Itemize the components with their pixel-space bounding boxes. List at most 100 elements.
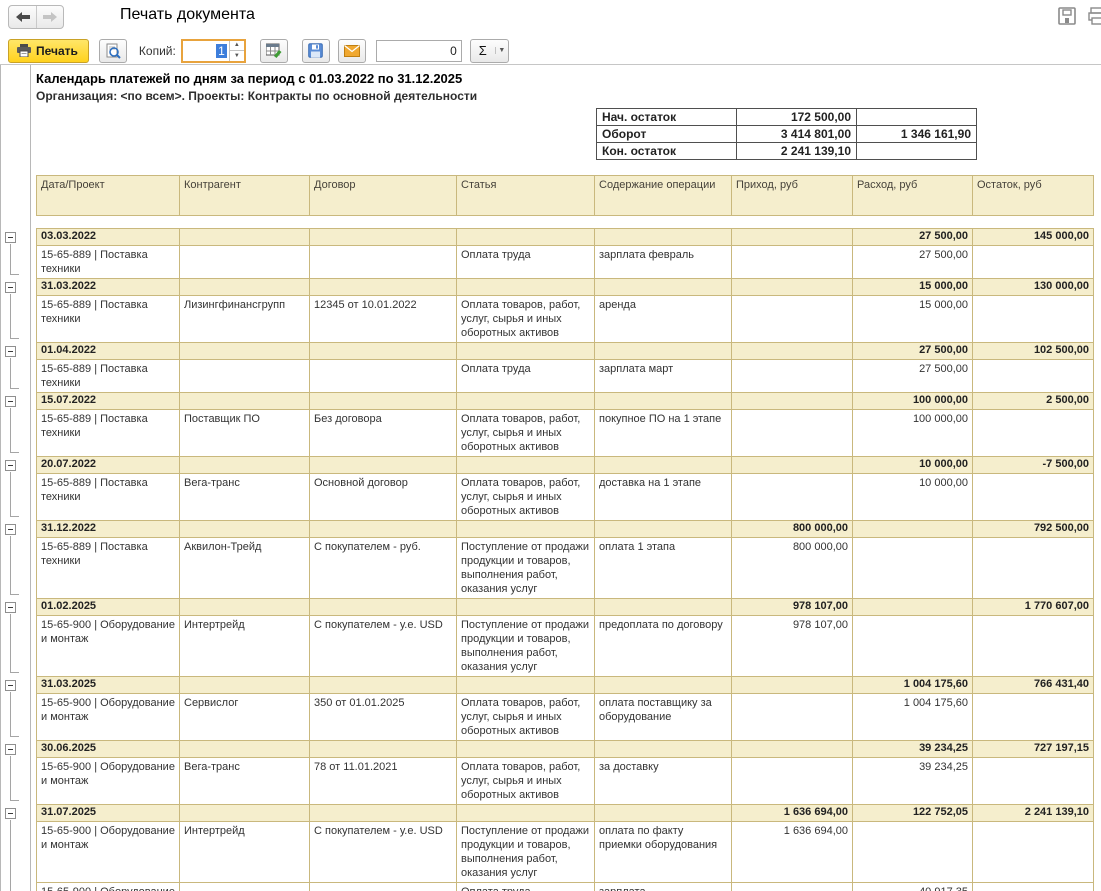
cell-project[interactable]: 15-65-889 | Поставка техники — [37, 538, 180, 599]
copies-value[interactable]: 1 — [183, 41, 229, 61]
cell-article[interactable]: Оплата товаров, работ, услуг, сырья и ин… — [457, 474, 595, 521]
cell-income[interactable] — [732, 296, 853, 343]
cell-balance[interactable]: -7 500,00 — [973, 457, 1094, 474]
cell-project[interactable]: 15-65-900 | Оборудование и монтаж — [37, 616, 180, 677]
cell-article[interactable] — [457, 677, 595, 694]
cell-expense[interactable]: 1 004 175,60 — [853, 677, 973, 694]
cell-contract[interactable]: 12345 от 10.01.2022 — [310, 296, 457, 343]
column-header-4[interactable]: Содержание операции — [595, 176, 732, 216]
cell-expense[interactable]: 1 004 175,60 — [853, 694, 973, 741]
group-row[interactable]: 31.12.2022800 000,00792 500,00 — [37, 521, 1094, 538]
cell-contract[interactable]: Без договора — [310, 410, 457, 457]
column-header-7[interactable]: Остаток, руб — [973, 176, 1094, 216]
cell-income[interactable] — [732, 883, 853, 891]
cell-article[interactable]: Оплата товаров, работ, услуг, сырья и ин… — [457, 296, 595, 343]
cell-contractor[interactable]: Интертрейд — [180, 822, 310, 883]
forward-button[interactable] — [36, 6, 63, 28]
cell-date[interactable]: 31.03.2025 — [37, 677, 180, 694]
cell-project[interactable]: 15-65-889 | Поставка техники — [37, 246, 180, 279]
cell-contract[interactable]: 78 от 11.01.2021 — [310, 758, 457, 805]
detail-row[interactable]: 15-65-889 | Поставка техникиАквилон-Трей… — [37, 538, 1094, 599]
cell-income[interactable]: 1 636 694,00 — [732, 822, 853, 883]
cell-date[interactable]: 20.07.2022 — [37, 457, 180, 474]
copies-spinner[interactable]: 1 ▲ ▼ — [181, 39, 246, 63]
cell-income[interactable] — [732, 393, 853, 410]
cell-contractor[interactable] — [180, 360, 310, 393]
sum-button[interactable]: Σ ▼ — [470, 39, 509, 63]
cell-balance[interactable]: 2 500,00 — [973, 393, 1094, 410]
cell-income[interactable] — [732, 457, 853, 474]
cell-contractor[interactable] — [180, 457, 310, 474]
cell-balance[interactable] — [973, 694, 1094, 741]
group-row[interactable]: 31.07.20251 636 694,00122 752,052 241 13… — [37, 805, 1094, 822]
cell-project[interactable]: 15-65-889 | Поставка техники — [37, 474, 180, 521]
cell-description[interactable]: зарплата — [595, 883, 732, 891]
column-header-3[interactable]: Статья — [457, 176, 595, 216]
cell-description[interactable]: аренда — [595, 296, 732, 343]
column-header-2[interactable]: Договор — [310, 176, 457, 216]
cell-article[interactable]: Оплата товаров, работ, услуг, сырья и ин… — [457, 410, 595, 457]
cell-article[interactable]: Поступление от продажи продукции и товар… — [457, 822, 595, 883]
cell-date[interactable]: 01.02.2025 — [37, 599, 180, 616]
cell-project[interactable]: 15-65-900 | Оборудование и монтаж — [37, 758, 180, 805]
cell-income[interactable] — [732, 343, 853, 360]
cell-balance[interactable] — [973, 758, 1094, 805]
cell-expense[interactable]: 27 500,00 — [853, 360, 973, 393]
cell-balance[interactable] — [973, 246, 1094, 279]
collapse-group-button[interactable] — [5, 744, 16, 755]
cell-description[interactable]: за доставку — [595, 758, 732, 805]
cell-contractor[interactable] — [180, 883, 310, 891]
cell-description[interactable]: зарплата март — [595, 360, 732, 393]
cell-project[interactable]: 15-65-900 | Оборудование и монтаж — [37, 822, 180, 883]
cell-description[interactable] — [595, 229, 732, 246]
printer-icon[interactable] — [1088, 7, 1101, 25]
cell-contractor[interactable] — [180, 741, 310, 758]
cell-description[interactable] — [595, 741, 732, 758]
cell-description[interactable] — [595, 599, 732, 616]
group-row[interactable]: 20.07.202210 000,00-7 500,00 — [37, 457, 1094, 474]
cell-balance[interactable] — [973, 822, 1094, 883]
cell-expense[interactable]: 15 000,00 — [853, 296, 973, 343]
cell-expense[interactable] — [853, 822, 973, 883]
detail-row[interactable]: 15-65-889 | Поставка техникиОплата труда… — [37, 360, 1094, 393]
cell-description[interactable]: зарплата февраль — [595, 246, 732, 279]
cell-contract[interactable] — [310, 677, 457, 694]
cell-expense[interactable] — [853, 599, 973, 616]
detail-row[interactable]: 15-65-889 | Поставка техники Оплата труда… — [37, 246, 1094, 279]
cell-income[interactable] — [732, 360, 853, 393]
cell-date[interactable]: 31.12.2022 — [37, 521, 180, 538]
cell-balance[interactable] — [973, 474, 1094, 521]
cell-date[interactable]: 31.07.2025 — [37, 805, 180, 822]
cell-article[interactable]: Оплата труда — [457, 246, 595, 279]
column-header-1[interactable]: Контрагент — [180, 176, 310, 216]
group-row[interactable]: 01.02.2025978 107,001 770 607,00 — [37, 599, 1094, 616]
cell-article[interactable] — [457, 741, 595, 758]
cell-expense[interactable]: 27 500,00 — [853, 229, 973, 246]
cell-expense[interactable]: 10 000,00 — [853, 474, 973, 521]
cell-project[interactable]: 15-65-900 | Оборудование и монтаж — [37, 694, 180, 741]
cell-expense[interactable]: 100 000,00 — [853, 410, 973, 457]
cell-income[interactable] — [732, 741, 853, 758]
column-header-0[interactable]: Дата/Проект — [37, 176, 180, 216]
collapse-group-button[interactable] — [5, 346, 16, 357]
detail-row[interactable]: 15-65-900 | Оборудование и монтажВега-тр… — [37, 758, 1094, 805]
cell-contractor[interactable]: Поставщик ПО — [180, 410, 310, 457]
group-row[interactable]: 15.07.2022100 000,002 500,00 — [37, 393, 1094, 410]
cell-balance[interactable] — [973, 538, 1094, 599]
cell-income[interactable]: 978 107,00 — [732, 616, 853, 677]
cell-contract[interactable] — [310, 883, 457, 891]
cell-description[interactable] — [595, 457, 732, 474]
group-row[interactable]: 31.03.20251 004 175,60766 431,40 — [37, 677, 1094, 694]
cell-income[interactable] — [732, 246, 853, 279]
cell-contractor[interactable]: Лизингфинансгрупп — [180, 296, 310, 343]
cell-contract[interactable] — [310, 521, 457, 538]
group-row[interactable]: 31.03.202215 000,00130 000,00 — [37, 279, 1094, 296]
cell-contractor[interactable] — [180, 805, 310, 822]
preview-button[interactable] — [99, 39, 127, 63]
cell-description[interactable]: оплата 1 этапа — [595, 538, 732, 599]
group-row[interactable]: 01.04.202227 500,00102 500,00 — [37, 343, 1094, 360]
cell-expense[interactable]: 40 917,35 — [853, 883, 973, 891]
cell-article[interactable] — [457, 343, 595, 360]
cell-contract[interactable]: С покупателем - руб. — [310, 538, 457, 599]
cell-balance[interactable] — [973, 883, 1094, 891]
